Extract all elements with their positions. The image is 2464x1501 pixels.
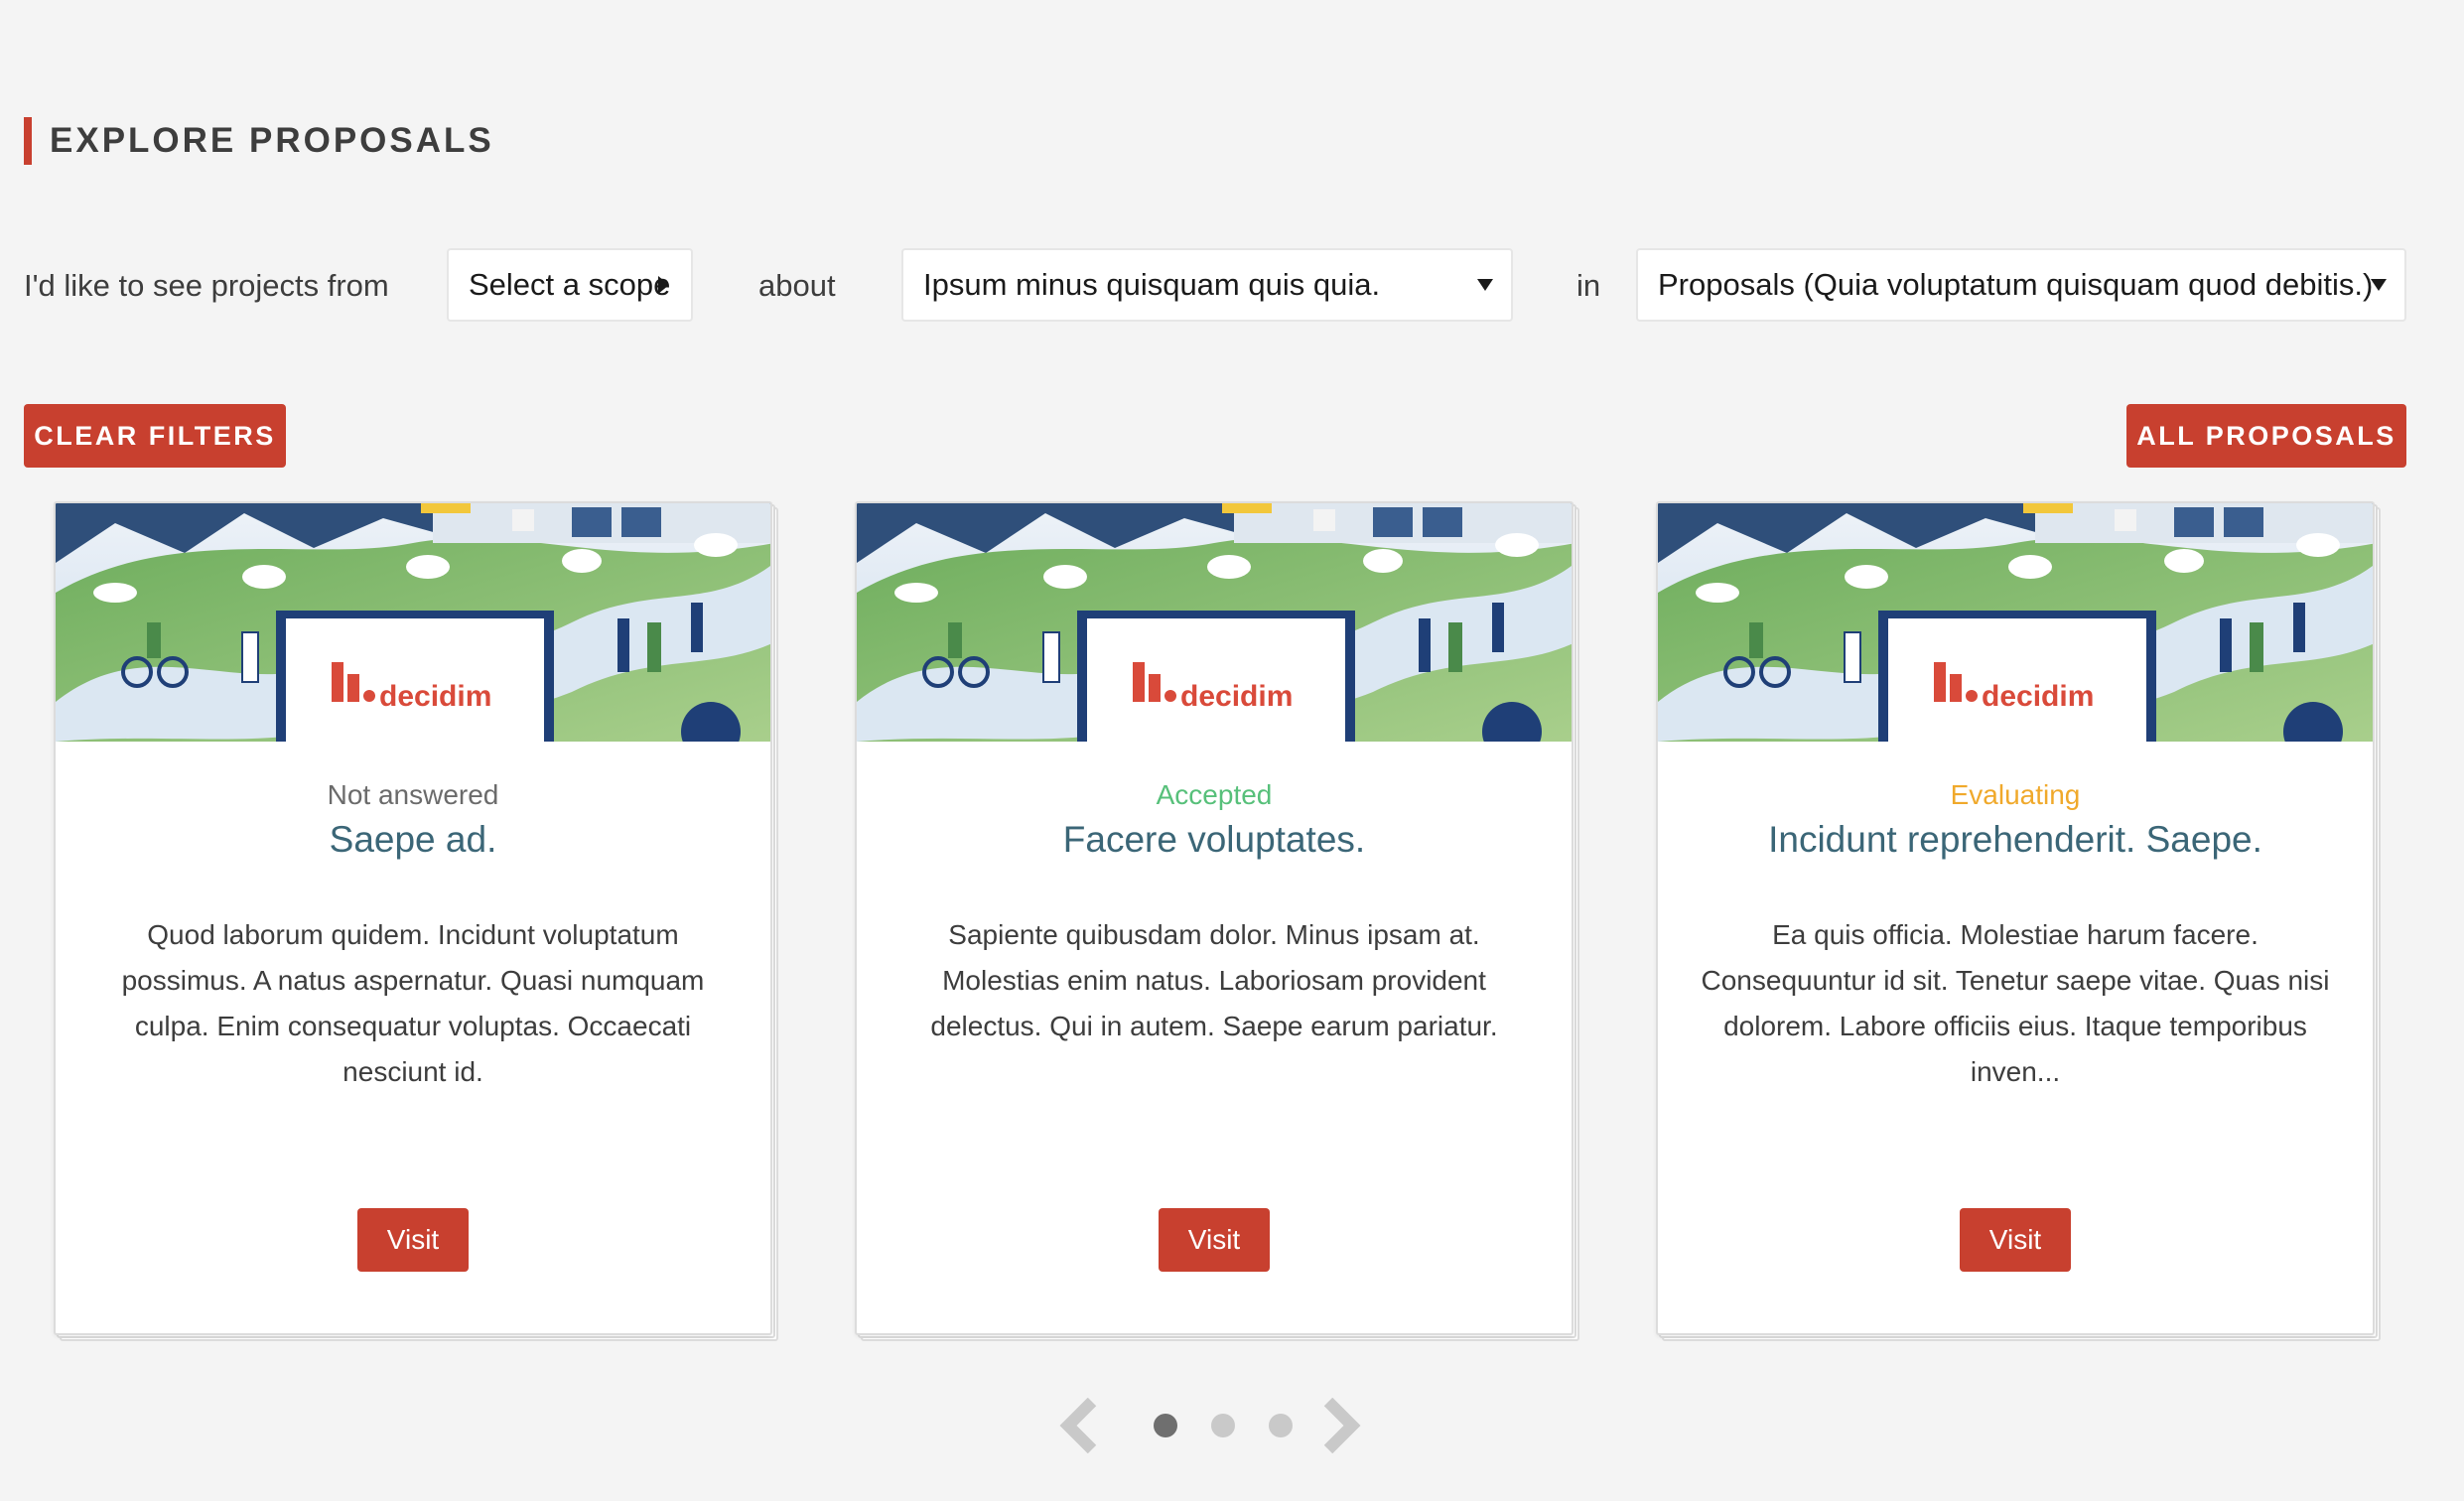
proposal-illustration-image (1658, 503, 2373, 742)
all-proposals-button[interactable]: ALL PROPOSALS (2126, 404, 2406, 468)
caret-down-icon (1477, 279, 1493, 291)
category-select[interactable]: Ipsum minus quisquam quis quia. (901, 248, 1513, 322)
section-title: EXPLORE PROPOSALS (24, 117, 494, 165)
proposal-description: Ea quis officia. Molestiae harum facere.… (1701, 919, 2330, 1087)
proposal-card[interactable]: Not answered Saepe ad. Quod laborum quid… (54, 501, 772, 1335)
scope-select-value: Select a scope (469, 267, 671, 302)
chevron-left-icon[interactable] (1058, 1398, 1102, 1453)
carousel-pager (1054, 1390, 1372, 1459)
proposal-illustration-image (857, 503, 1572, 742)
filter-about-label: about (758, 268, 836, 303)
proposal-card-stack: Accepted Facere voluptates. Sapiente qui… (855, 501, 1579, 1341)
proposal-card[interactable]: Evaluating Incidunt reprehenderit. Saepe… (1656, 501, 2375, 1335)
component-select-value: Proposals (Quia voluptatum quisquam quod… (1658, 267, 2374, 302)
component-select[interactable]: Proposals (Quia voluptatum quisquam quod… (1636, 248, 2406, 322)
caret-down-icon (2371, 279, 2387, 291)
proposal-status: Accepted (1156, 779, 1273, 810)
proposal-card[interactable]: Accepted Facere voluptates. Sapiente qui… (855, 501, 1574, 1335)
proposal-illustration-image (56, 503, 770, 742)
proposal-status: Not answered (327, 779, 499, 810)
proposal-card-stack: Not answered Saepe ad. Quod laborum quid… (54, 501, 778, 1341)
proposal-title[interactable]: Facere voluptates. (857, 819, 1572, 861)
proposal-description: Quod laborum quidem. Incidunt voluptatum… (121, 919, 705, 1087)
pager-dot-1[interactable] (1154, 1414, 1177, 1437)
visit-button[interactable]: Visit (357, 1208, 469, 1272)
proposal-card-stack: Evaluating Incidunt reprehenderit. Saepe… (1656, 501, 2381, 1341)
filter-intro-label: I'd like to see projects from (24, 268, 389, 303)
pager-dot-3[interactable] (1269, 1414, 1293, 1437)
caret-right-icon (658, 276, 669, 294)
proposal-status: Evaluating (1950, 779, 2081, 810)
visit-button[interactable]: Visit (1960, 1208, 2071, 1272)
section-title-text: EXPLORE PROPOSALS (50, 121, 494, 160)
chevron-right-icon[interactable] (1318, 1398, 1362, 1453)
proposal-description: Sapiente quibusdam dolor. Minus ipsam at… (930, 919, 1498, 1041)
category-select-value: Ipsum minus quisquam quis quia. (923, 267, 1381, 302)
proposal-title[interactable]: Incidunt reprehenderit. Saepe. (1658, 819, 2373, 861)
visit-button[interactable]: Visit (1159, 1208, 1270, 1272)
clear-filters-button[interactable]: CLEAR FILTERS (24, 404, 286, 468)
pager-dot-2[interactable] (1211, 1414, 1235, 1437)
filter-in-label: in (1576, 268, 1601, 303)
proposal-title[interactable]: Saepe ad. (56, 819, 770, 861)
scope-select[interactable]: Select a scope (447, 248, 693, 322)
